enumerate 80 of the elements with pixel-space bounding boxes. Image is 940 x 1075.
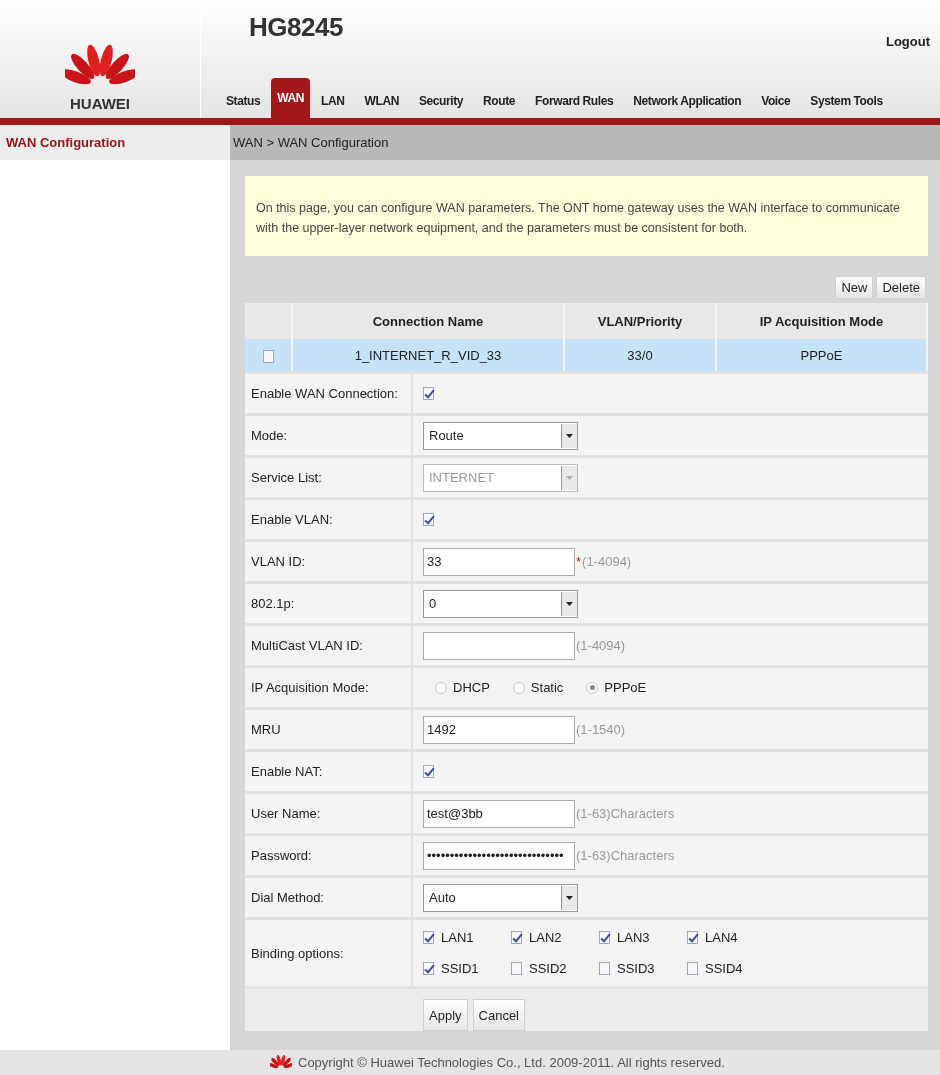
checkbox[interactable] [423,513,434,526]
checkbox-label: LAN2 [529,930,562,945]
radio-button[interactable] [435,681,447,694]
checkbox-label: SSID4 [705,961,743,976]
checkbox-label: SSID2 [529,961,567,976]
checkbox[interactable] [599,931,610,944]
checkbox-label: LAN4 [705,930,738,945]
nav-tab[interactable]: Network Application [624,84,751,118]
nav-tab[interactable]: Forward Rules [526,84,623,118]
caret-icon [561,885,577,910]
checkbox[interactable] [511,931,522,944]
checkbox[interactable] [423,931,434,944]
checkbox[interactable] [423,962,434,975]
input-field[interactable] [423,631,575,660]
sidebar-item[interactable]: WAN Configuration [0,125,230,160]
dropdown[interactable]: Route [423,421,578,450]
checkbox-label: LAN3 [617,930,650,945]
field-label: Service List: [251,470,322,485]
field-label: Enable NAT: [251,764,323,779]
checkbox[interactable] [687,931,698,944]
radio-button[interactable] [512,681,525,694]
field-label: VLAN ID: [251,554,306,569]
device-model: HG8245 [249,12,343,43]
logout-link[interactable]: Logout [885,34,930,49]
caret-icon [561,423,577,448]
input-field[interactable]: 1492 [423,715,575,744]
toolbar-button[interactable]: Delete [876,276,926,299]
field-label: Dial Method: [251,890,324,905]
checkbox-label: SSID3 [617,961,655,976]
info-notice: On this page, you can configure WAN parameters. The ONT home gateway uses the WAN interface to communicate with the upper-layer network equipment, and the parameters must be consistent for both. [245,176,928,256]
field-hint: (1-63)Characters [576,806,675,821]
action-button[interactable]: Cancel [472,999,525,1031]
breadcrumb: WAN > WAN Configuration [233,135,389,150]
nav-tab[interactable]: Security [409,84,473,118]
nav-tab[interactable]: WAN [271,78,311,118]
field-label: Mode: [251,428,288,443]
radio-label: DHCP [453,680,490,695]
field-label: Binding options: [251,945,344,961]
input-field[interactable]: •••••••••••••••••••••••••••••• [423,841,575,870]
nav-tab[interactable]: Route [474,84,525,118]
field-label: User Name: [251,806,321,821]
action-button[interactable]: Apply [423,999,468,1031]
input-field[interactable]: 33 [423,547,575,576]
checkbox[interactable] [511,962,522,975]
checkbox[interactable] [599,962,610,975]
table-row[interactable]: 1_INTERNET_R_VID_33 33/0 PPPoE [245,339,927,371]
field-label: MultiCast VLAN ID: [251,638,363,653]
field-hint: (1-4094) [576,638,626,653]
field-label: IP Acquisition Mode: [251,680,369,695]
checkbox[interactable] [687,962,698,975]
field-label: MRU [251,722,281,737]
caret-icon [561,591,577,616]
radio-label: Static [530,680,564,695]
field-label: Enable VLAN: [251,512,333,527]
input-field[interactable]: test@3bb [423,799,575,828]
copyright-text: Copyright © Huawei Technologies Co., Ltd. 2009-2011. All rights reserved. [298,1055,725,1070]
field-label: Enable WAN Connection: [251,386,398,401]
field-hint: (1-1540) [576,722,626,737]
nav-tab[interactable]: Voice [752,84,800,118]
toolbar-button[interactable]: New [835,276,874,299]
checkbox[interactable] [423,765,434,778]
field-label: Password: [251,848,312,863]
nav-tab[interactable]: WLAN [355,84,408,118]
nav-tab[interactable]: LAN [312,84,354,118]
brand-name: HUAWEI [70,95,130,112]
required-mark: * [576,554,582,569]
checkbox[interactable] [262,349,274,363]
dropdown[interactable]: Auto [423,883,578,912]
dropdown[interactable]: 0 [423,589,578,618]
checkbox[interactable] [423,387,434,400]
checkbox-label: SSID1 [441,961,479,976]
radio-label: PPPoE [604,680,647,695]
checkbox-label: LAN1 [441,930,474,945]
field-label: 802.1p: [251,596,295,611]
nav-tab[interactable]: System Tools [801,84,892,118]
nav-tab[interactable]: Status [217,84,270,118]
field-hint: (1-63)Characters [576,848,675,863]
caret-icon [561,465,577,490]
radio-button[interactable] [586,681,599,694]
field-hint: (1-4094) [582,554,632,569]
